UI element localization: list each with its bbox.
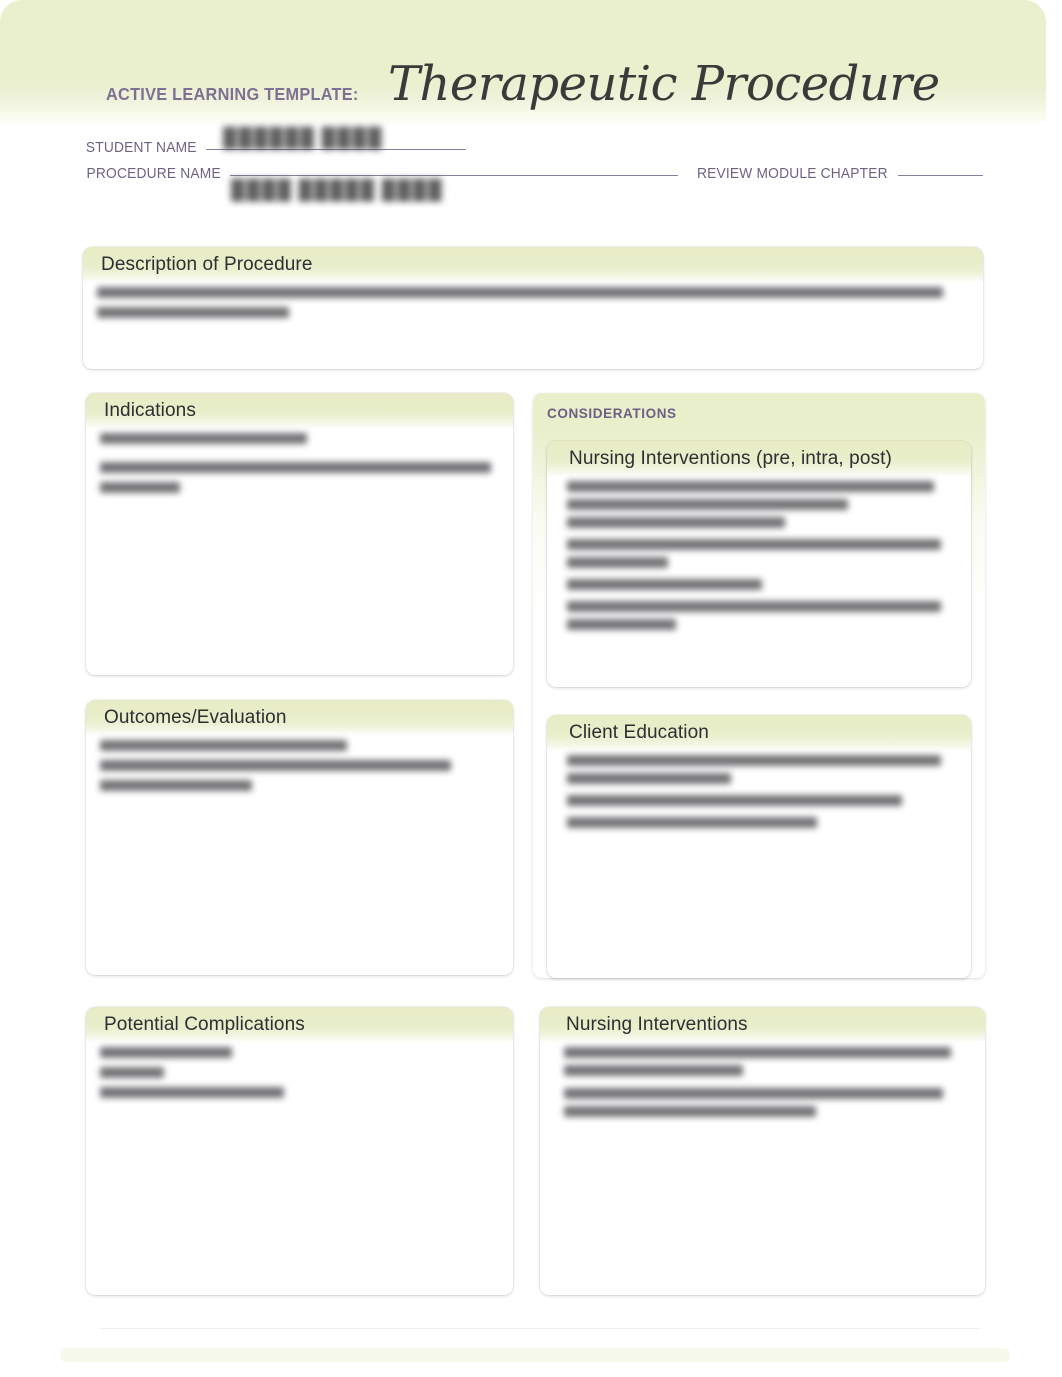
description-of-procedure-card: Description of Procedure [83, 247, 983, 369]
indications-header: Indications [86, 393, 513, 429]
student-name-label: STUDENT NAME [85, 140, 197, 156]
potential-complications-title: Potential Complications [104, 1014, 305, 1035]
footer-divider [100, 1328, 980, 1329]
nursing-interventions-phases-title: Nursing Interventions (pre, intra, post) [569, 448, 892, 469]
procedure-name-input[interactable] [230, 175, 678, 176]
indications-body[interactable] [86, 429, 513, 512]
active-learning-template-label: ACTIVE LEARNING TEMPLATE: [106, 84, 359, 104]
review-module-chapter-input[interactable] [898, 175, 983, 176]
procedure-name-handwriting: ████ █████ ████ [231, 180, 444, 201]
header-banner: ACTIVE LEARNING TEMPLATE: Therapeutic Pr… [0, 0, 1046, 126]
procedure-name-row: PROCEDURE NAME REVIEW MODULE CHAPTER ███… [83, 166, 983, 201]
nursing-interventions-phases-body[interactable] [547, 477, 971, 649]
potential-complications-header: Potential Complications [86, 1007, 513, 1043]
client-education-card: Client Education [547, 715, 971, 978]
procedure-name-label: PROCEDURE NAME [86, 166, 221, 182]
client-education-title: Client Education [569, 722, 709, 743]
student-name-handwriting: ██████ ████ [223, 128, 384, 149]
footer-band [60, 1348, 1010, 1362]
description-of-procedure-body[interactable] [83, 283, 983, 337]
student-name-input[interactable] [205, 149, 466, 150]
outcomes-evaluation-content [100, 740, 499, 791]
nursing-interventions-phases-card: Nursing Interventions (pre, intra, post) [547, 441, 971, 687]
indications-content [100, 433, 499, 493]
considerations-label: CONSIDERATIONS [547, 406, 677, 421]
header-title-group: ACTIVE LEARNING TEMPLATE: Therapeutic Pr… [0, 0, 1046, 126]
nursing-interventions-body[interactable] [540, 1043, 985, 1136]
indications-title: Indications [104, 400, 196, 421]
nursing-interventions-phases-header: Nursing Interventions (pre, intra, post) [547, 441, 971, 477]
form-fields: STUDENT NAME ██████ ████ PROCEDURE NAME … [83, 128, 983, 201]
description-of-procedure-content [97, 287, 969, 318]
client-education-content [567, 755, 957, 828]
nursing-interventions-phases-content [567, 481, 957, 630]
description-of-procedure-title: Description of Procedure [101, 254, 313, 275]
potential-complications-body[interactable] [86, 1043, 513, 1117]
student-name-row: STUDENT NAME ██████ ████ [83, 128, 983, 166]
nursing-interventions-card: Nursing Interventions [540, 1007, 985, 1295]
nursing-interventions-content [564, 1047, 971, 1117]
outcomes-evaluation-header: Outcomes/Evaluation [86, 700, 513, 736]
client-education-body[interactable] [547, 751, 971, 847]
indications-card: Indications [86, 393, 513, 675]
description-of-procedure-header: Description of Procedure [83, 247, 983, 283]
page-title: Therapeutic Procedure [387, 56, 940, 112]
review-module-chapter-label: REVIEW MODULE CHAPTER [696, 166, 888, 182]
client-education-header: Client Education [547, 715, 971, 751]
outcomes-evaluation-title: Outcomes/Evaluation [104, 707, 287, 728]
potential-complications-card: Potential Complications [86, 1007, 513, 1295]
potential-complications-content [100, 1047, 499, 1098]
outcomes-evaluation-card: Outcomes/Evaluation [86, 700, 513, 975]
nursing-interventions-title: Nursing Interventions [566, 1014, 748, 1035]
outcomes-evaluation-body[interactable] [86, 736, 513, 810]
nursing-interventions-header: Nursing Interventions [540, 1007, 985, 1043]
